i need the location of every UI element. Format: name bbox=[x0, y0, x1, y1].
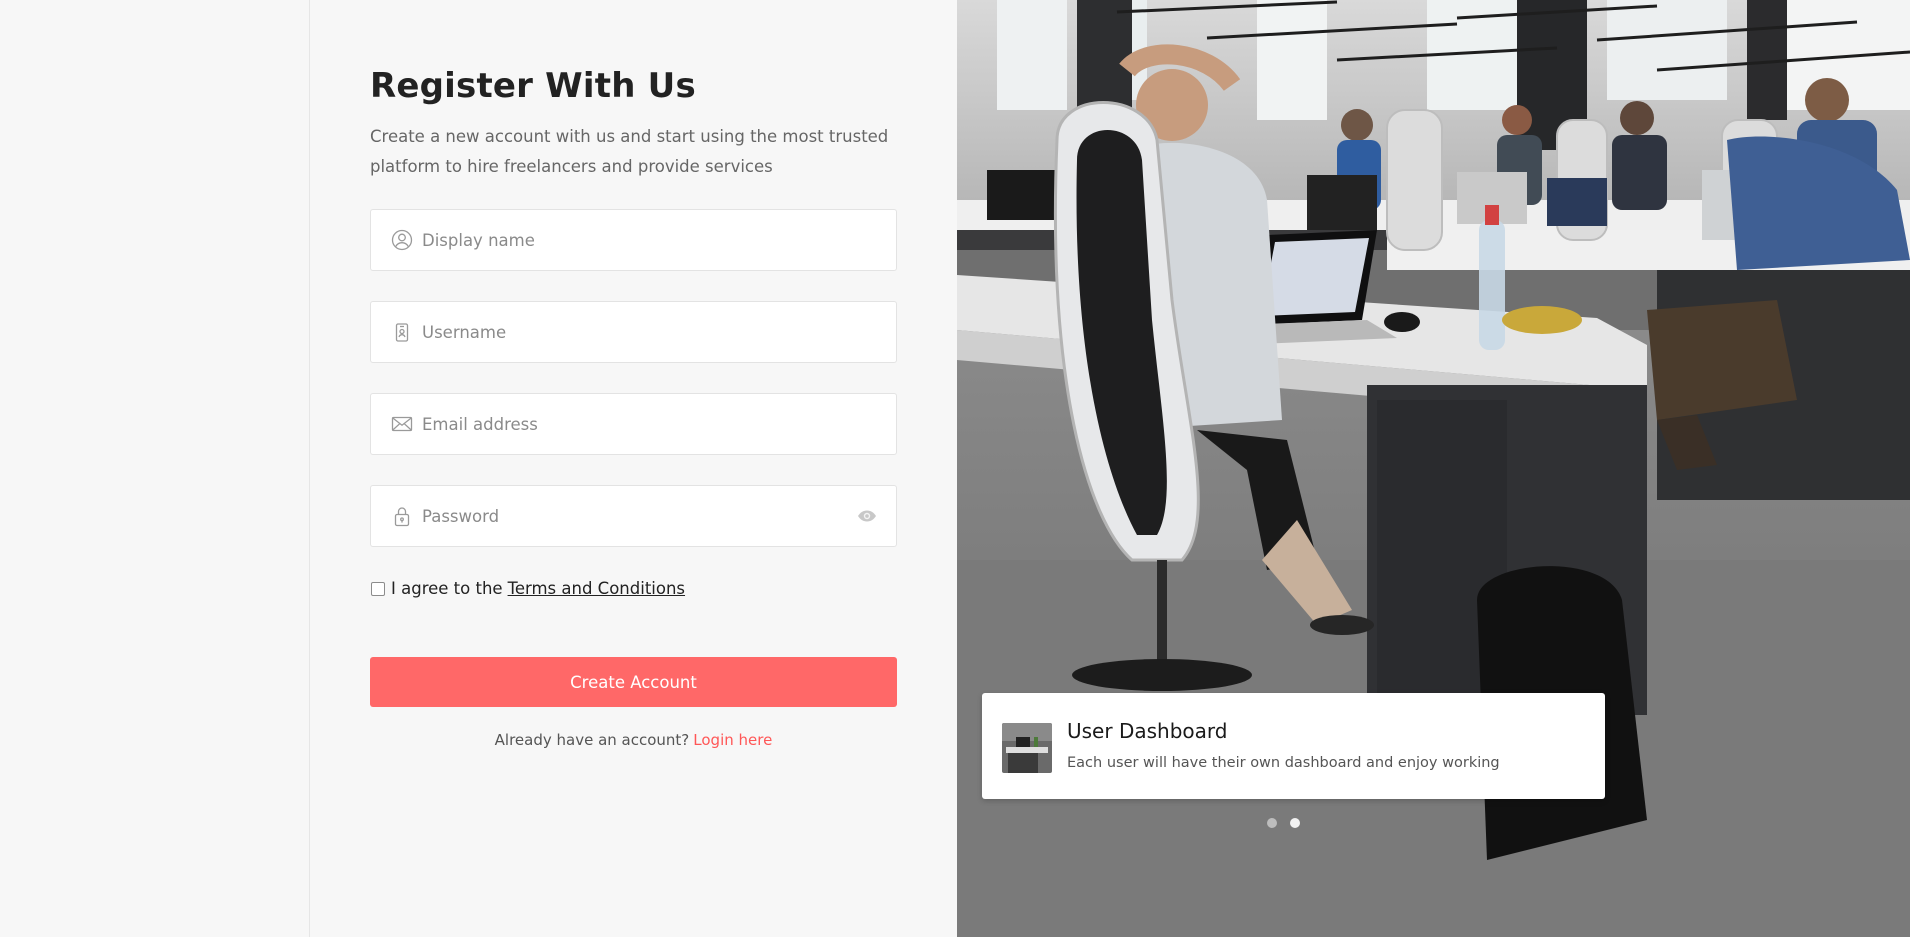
email-input[interactable] bbox=[422, 394, 896, 454]
lock-icon bbox=[390, 504, 414, 528]
slider-dot-1[interactable] bbox=[1267, 818, 1277, 828]
terms-link[interactable]: Terms and Conditions bbox=[508, 579, 685, 598]
display-name-field[interactable] bbox=[370, 209, 897, 271]
username-input[interactable] bbox=[422, 302, 896, 362]
page-title: Register With Us bbox=[370, 66, 696, 106]
eye-icon[interactable] bbox=[856, 505, 878, 527]
login-prompt: Already have an account? bbox=[494, 731, 690, 749]
register-page: Register With Us Create a new account wi… bbox=[0, 0, 1910, 937]
hero-photo: User Dashboard Each user will have their… bbox=[957, 0, 1910, 937]
register-form-panel: Register With Us Create a new account wi… bbox=[310, 0, 957, 937]
slider-dot-2[interactable] bbox=[1290, 818, 1300, 828]
terms-label: I agree to the bbox=[391, 579, 503, 598]
slider-caption-card: User Dashboard Each user will have their… bbox=[982, 693, 1605, 799]
form-fields bbox=[370, 209, 897, 547]
login-prompt-row: Already have an account? Login here bbox=[370, 731, 897, 749]
create-account-button[interactable]: Create Account bbox=[370, 657, 897, 707]
terms-row: I agree to the Terms and Conditions bbox=[370, 579, 897, 598]
display-name-input[interactable] bbox=[422, 210, 896, 270]
email-field[interactable] bbox=[370, 393, 897, 455]
slider-pagination bbox=[1267, 818, 1300, 828]
page-subtitle: Create a new account with us and start u… bbox=[370, 127, 889, 176]
register-form: Register With Us Create a new account wi… bbox=[370, 60, 897, 749]
dashboard-thumbnail bbox=[1002, 723, 1052, 773]
left-gutter bbox=[0, 0, 310, 937]
terms-checkbox[interactable] bbox=[371, 581, 385, 596]
password-input[interactable] bbox=[422, 486, 856, 546]
login-link[interactable]: Login here bbox=[693, 731, 772, 749]
card-description: Each user will have their own dashboard … bbox=[1067, 755, 1500, 771]
username-field[interactable] bbox=[370, 301, 897, 363]
user-circle-icon bbox=[390, 228, 414, 252]
id-badge-icon bbox=[390, 320, 414, 344]
envelope-icon bbox=[390, 412, 414, 436]
card-title: User Dashboard bbox=[1067, 719, 1228, 743]
password-field[interactable] bbox=[370, 485, 897, 547]
